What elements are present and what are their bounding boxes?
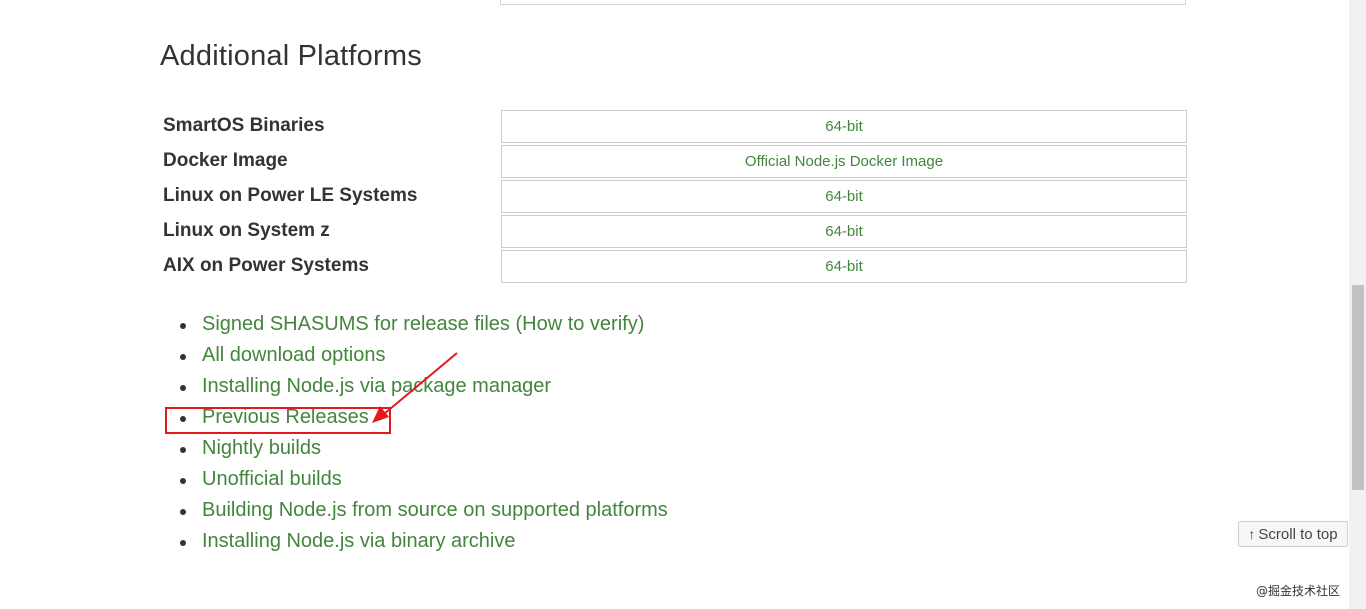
scroll-to-top-button[interactable]: ↑ Scroll to top [1238, 521, 1348, 547]
watermark: @掘金技术社区 [1256, 584, 1341, 598]
annotation-highlight-box [165, 407, 391, 434]
bullet [180, 478, 186, 484]
platform-row: Docker Image Official Node.js Docker Ima… [163, 145, 1187, 178]
platform-row: AIX on Power Systems 64-bit [163, 250, 1187, 283]
vertical-scrollbar[interactable] [1349, 0, 1366, 609]
build-from-source-link[interactable]: Building Node.js from source on supporte… [202, 499, 668, 522]
section-heading: Additional Platforms [160, 40, 422, 72]
unofficial-builds-link[interactable]: Unofficial builds [202, 468, 342, 491]
scrollbar-thumb[interactable] [1352, 285, 1364, 490]
binary-archive-link[interactable]: Installing Node.js via binary archive [202, 530, 516, 553]
platform-download-link[interactable]: Official Node.js Docker Image [501, 145, 1187, 178]
platform-label: SmartOS Binaries [163, 115, 325, 136]
platform-download-link[interactable]: 64-bit [501, 215, 1187, 248]
package-manager-link[interactable]: Installing Node.js via package manager [202, 375, 551, 398]
platform-label: Linux on System z [163, 220, 330, 241]
all-downloads-link[interactable]: All download options [202, 344, 385, 367]
platform-row: SmartOS Binaries 64-bit [163, 110, 1187, 143]
platform-row: Linux on System z 64-bit [163, 215, 1187, 248]
up-arrow-icon: ↑ [1248, 526, 1256, 542]
shasums-link[interactable]: Signed SHASUMS for release files (How to… [202, 313, 644, 336]
bullet [180, 354, 186, 360]
platform-label: AIX on Power Systems [163, 255, 369, 276]
platform-download-link[interactable]: 64-bit [501, 180, 1187, 213]
previous-table-edge [500, 0, 1186, 5]
bullet [180, 447, 186, 453]
bullet [180, 323, 186, 329]
bullet [180, 540, 186, 546]
platform-row: Linux on Power LE Systems 64-bit [163, 180, 1187, 213]
bullet [180, 509, 186, 515]
scroll-to-top-label: Scroll to top [1258, 525, 1338, 543]
platform-download-link[interactable]: 64-bit [501, 250, 1187, 283]
platform-label: Linux on Power LE Systems [163, 185, 418, 206]
platform-label: Docker Image [163, 150, 288, 171]
nightly-builds-link[interactable]: Nightly builds [202, 437, 321, 460]
platform-download-link[interactable]: 64-bit [501, 110, 1187, 143]
bullet [180, 385, 186, 391]
